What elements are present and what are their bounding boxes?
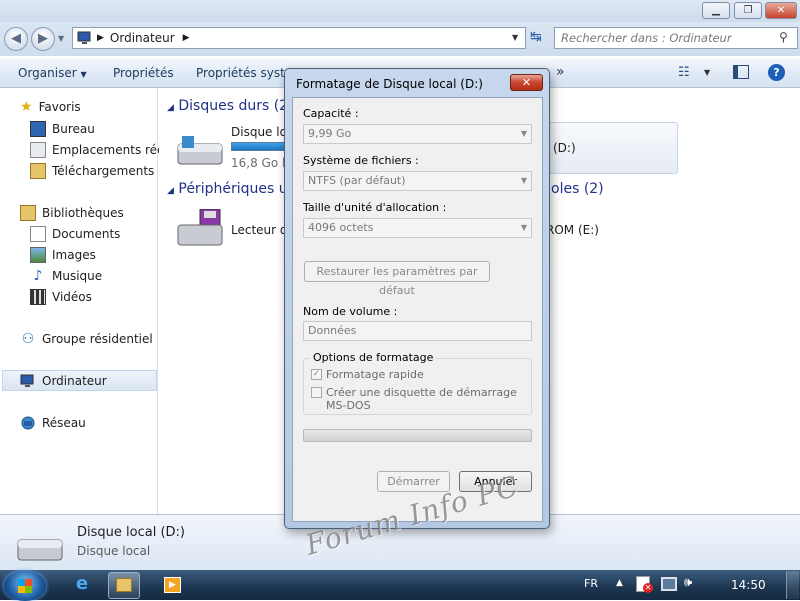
libraries-icon	[20, 205, 36, 221]
computer-icon	[77, 31, 91, 44]
capacity-label: Capacité :	[303, 107, 359, 120]
preview-pane-icon[interactable]	[733, 65, 749, 79]
dialog-title: Formatage de Disque local (D:)	[296, 77, 483, 91]
star-icon: ★	[20, 99, 33, 115]
details-name: Disque local (D:)	[77, 525, 185, 540]
sidebar-item-favorites[interactable]: ★ Favoris	[20, 98, 81, 116]
back-button[interactable]: ◀	[4, 27, 28, 51]
format-progress-bar	[303, 429, 532, 442]
properties-button[interactable]: Propriétés	[113, 66, 174, 80]
forward-button[interactable]: ▶	[31, 27, 55, 51]
msdos-boot-label-line2: MS-DOS	[326, 399, 371, 412]
collapse-icon[interactable]: ◢	[167, 103, 174, 113]
breadcrumb-separator-icon: ▶	[97, 33, 104, 43]
floppy-drive-icon	[177, 209, 223, 246]
network-icon	[21, 416, 35, 430]
recent-pages-chevron-icon[interactable]: ▼	[58, 34, 64, 43]
allocation-size-select[interactable]: 4096 octets ▼	[303, 218, 532, 238]
details-type: Disque local	[77, 544, 151, 558]
dialog-close-button[interactable]: ✕	[510, 74, 543, 91]
breadcrumb-computer[interactable]: Ordinateur	[110, 31, 175, 45]
dialog-body: Capacité : 9,99 Go ▼ Système de fichiers …	[292, 97, 543, 522]
volume-icon[interactable]: 🕪	[684, 575, 692, 590]
sidebar-item-desktop[interactable]: Bureau	[30, 120, 95, 138]
format-options-label: Options de formatage	[310, 351, 437, 364]
recent-places-icon	[30, 142, 46, 158]
minimize-button[interactable]: ▁	[702, 2, 730, 19]
drive-c-usage-bar	[231, 142, 287, 151]
windows-logo-icon	[18, 579, 32, 593]
sidebar-item-music[interactable]: ♪ Musique	[30, 267, 103, 285]
format-dialog: Formatage de Disque local (D:) ✕ Capacit…	[284, 68, 550, 529]
group-header-removable-tail: oles (2)	[551, 181, 604, 197]
network-status-icon[interactable]	[661, 577, 677, 591]
clock[interactable]: 14:50	[731, 578, 766, 592]
sidebar-item-documents[interactable]: Documents	[30, 225, 120, 243]
view-options-icon[interactable]: ☷	[678, 65, 690, 80]
msdos-boot-label-line1: Créer une disquette de démarrage	[326, 386, 517, 399]
refresh-icon[interactable]: ↹	[530, 29, 542, 45]
sidebar-item-downloads[interactable]: Téléchargements	[30, 162, 154, 180]
more-commands-button[interactable]: »	[556, 64, 565, 80]
allocation-size-label: Taille d'unité d'allocation :	[303, 201, 447, 214]
sidebar-item-computer[interactable]: Ordinateur	[20, 372, 107, 390]
sidebar-item-recent[interactable]: Emplacements récer	[30, 141, 176, 159]
documents-icon	[30, 226, 46, 242]
volume-label-label: Nom de volume :	[303, 305, 398, 318]
sidebar-item-homegroup[interactable]: ⚇ Groupe résidentiel	[20, 330, 153, 348]
address-dropdown-icon[interactable]: ▼	[512, 33, 518, 42]
quick-format-checkbox[interactable]: ✓	[311, 369, 322, 380]
breadcrumb-chevron-icon[interactable]: ▶	[183, 33, 190, 43]
sidebar-item-images[interactable]: Images	[30, 246, 96, 264]
hard-drive-icon	[177, 136, 223, 165]
downloads-folder-icon	[30, 163, 46, 179]
sidebar-item-network[interactable]: Réseau	[20, 414, 86, 432]
sidebar-item-libraries[interactable]: Bibliothèques	[20, 204, 124, 222]
desktop-icon	[30, 121, 46, 137]
folder-icon	[116, 578, 132, 592]
collapse-icon[interactable]: ◢	[167, 186, 174, 196]
help-icon[interactable]: ?	[768, 64, 785, 81]
volume-label-input[interactable]: Données	[303, 321, 532, 341]
address-bar[interactable]: ▶ Ordinateur ▶	[72, 27, 526, 49]
cdrom-drive-name[interactable]: ROM (E:)	[546, 223, 599, 237]
dropdown-arrow-icon: ▼	[520, 129, 527, 138]
error-badge-icon: ✕	[643, 583, 653, 593]
language-indicator[interactable]: FR	[584, 577, 598, 590]
search-icon[interactable]: ⚲	[779, 30, 788, 44]
organize-menu[interactable]: Organiser ▼	[18, 66, 87, 80]
dropdown-arrow-icon: ▼	[520, 176, 527, 185]
show-desktop-button[interactable]	[786, 571, 799, 599]
media-player-icon[interactable]: ▶	[164, 577, 181, 593]
close-window-button[interactable]: ✕	[765, 2, 797, 19]
maximize-button[interactable]: ❐	[734, 2, 762, 19]
hard-drive-icon	[17, 539, 63, 561]
sidebar-item-videos[interactable]: Vidéos	[30, 288, 92, 306]
drive-d-letter: (D:)	[553, 141, 576, 155]
dropdown-arrow-icon: ▼	[520, 223, 527, 232]
start-format-button[interactable]: Démarrer	[377, 471, 450, 492]
show-hidden-icons-icon[interactable]: ▲	[616, 578, 623, 588]
quick-format-label: Formatage rapide	[326, 368, 424, 381]
music-icon: ♪	[33, 268, 43, 284]
images-icon	[30, 247, 46, 263]
msdos-boot-checkbox[interactable]	[311, 387, 322, 398]
system-properties-button[interactable]: Propriétés systèm	[196, 66, 284, 80]
homegroup-icon: ⚇	[21, 331, 35, 347]
filesystem-label: Système de fichiers :	[303, 154, 419, 167]
internet-explorer-icon[interactable]: e	[72, 574, 92, 594]
computer-icon	[20, 374, 34, 387]
group-header-removable[interactable]: ◢ Périphériques u	[167, 181, 288, 197]
restore-defaults-button[interactable]: Restaurer les paramètres par défaut	[304, 261, 490, 297]
capacity-select[interactable]: 9,99 Go ▼	[303, 124, 532, 144]
group-header-hard-drives[interactable]: ◢ Disques durs (2)	[167, 98, 294, 114]
search-input[interactable]: Rechercher dans : Ordinateur	[554, 27, 798, 49]
view-dropdown-icon[interactable]: ▼	[704, 68, 710, 77]
videos-icon	[30, 289, 46, 305]
filesystem-select[interactable]: NTFS (par défaut) ▼	[303, 171, 532, 191]
